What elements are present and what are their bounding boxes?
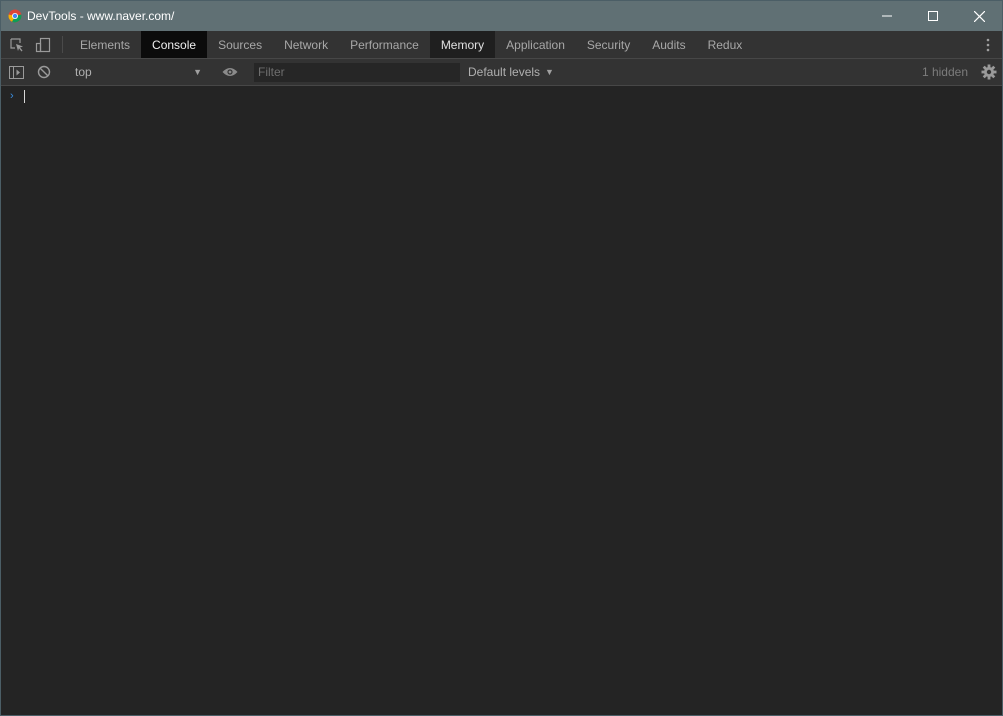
log-levels-dropdown[interactable]: Default levels ▼ [468, 65, 554, 79]
toolbar-divider [62, 36, 63, 53]
log-levels-label: Default levels [468, 65, 541, 79]
tab-application[interactable]: Application [495, 31, 576, 58]
tab-network[interactable]: Network [273, 31, 339, 58]
context-selector[interactable]: top ▼ [71, 62, 204, 82]
filter-input[interactable] [254, 62, 460, 82]
close-button[interactable] [956, 1, 1002, 31]
text-cursor [24, 89, 25, 103]
clear-console-button[interactable] [30, 59, 58, 85]
more-menu-button[interactable] [974, 31, 1002, 58]
window-title: DevTools - www.naver.com/ [27, 9, 175, 23]
maximize-button[interactable] [910, 1, 956, 31]
console-output[interactable]: › [1, 87, 1002, 715]
console-prompt[interactable]: › [1, 87, 1002, 105]
tab-security[interactable]: Security [576, 31, 641, 58]
gear-icon [981, 64, 997, 80]
inspect-element-icon [10, 37, 23, 51]
console-toolbar: top ▼ Default levels ▼ 1 hidden [1, 59, 1002, 86]
tab-performance[interactable]: Performance [339, 31, 430, 58]
console-settings-button[interactable] [976, 64, 1002, 80]
close-icon [973, 10, 985, 22]
panel-tabs-bar: Elements Console Sources Network Perform… [1, 31, 1002, 59]
inspect-element-button[interactable] [4, 31, 30, 58]
tab-sources[interactable]: Sources [207, 31, 273, 58]
device-toolbar-icon [35, 37, 51, 52]
dropdown-arrow-icon: ▼ [193, 67, 202, 77]
context-value: top [75, 65, 92, 79]
title-bar: DevTools - www.naver.com/ [1, 1, 1002, 31]
chrome-icon [8, 9, 22, 23]
eye-icon [222, 68, 238, 76]
device-toolbar-button[interactable] [30, 31, 56, 58]
maximize-icon [928, 11, 938, 21]
show-sidebar-icon [8, 65, 24, 79]
live-expression-button[interactable] [219, 59, 241, 85]
show-sidebar-button[interactable] [2, 59, 30, 85]
tab-elements[interactable]: Elements [69, 31, 141, 58]
devtools-window: DevTools - www.naver.com/ Elements Conso… [0, 0, 1003, 716]
tab-console[interactable]: Console [141, 31, 208, 58]
tab-audits[interactable]: Audits [641, 31, 696, 58]
clear-console-icon [37, 65, 51, 79]
dropdown-arrow-icon: ▼ [545, 67, 554, 77]
tab-memory[interactable]: Memory [429, 31, 496, 58]
minimize-icon [882, 15, 892, 17]
more-vertical-icon [986, 38, 990, 51]
prompt-chevron-icon: › [10, 90, 14, 102]
minimize-button[interactable] [864, 1, 910, 31]
tab-redux[interactable]: Redux [697, 31, 754, 58]
tabs-spacer [753, 31, 974, 58]
hidden-messages-count: 1 hidden [921, 65, 968, 79]
